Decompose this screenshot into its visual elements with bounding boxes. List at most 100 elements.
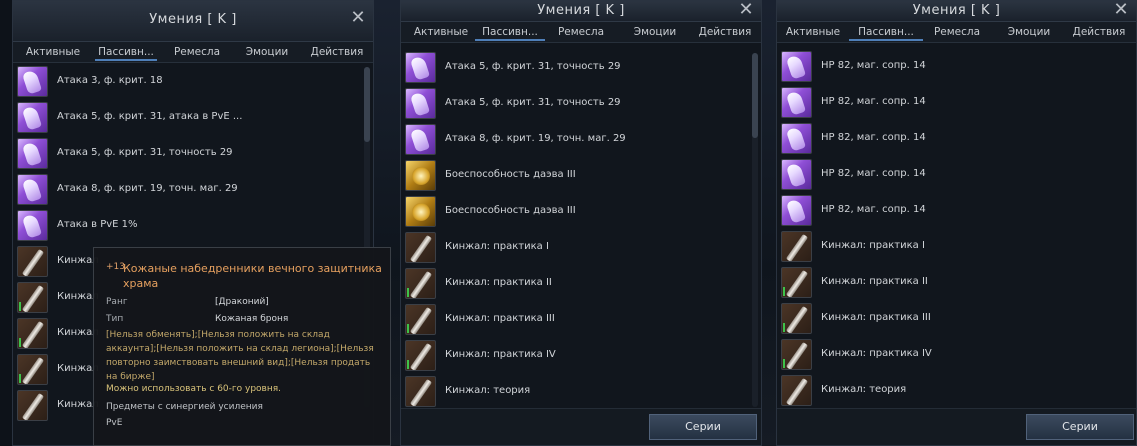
level-pip-icon	[407, 360, 409, 369]
list-item[interactable]: HP 82, маг. сопр. 14	[780, 49, 1124, 85]
skill-label: HP 82, маг. сопр. 14	[821, 60, 926, 71]
list-item[interactable]: Кинжал: практика I	[780, 229, 1124, 265]
daeva-power-icon	[405, 196, 436, 227]
list-item[interactable]: Атака 5, ф. крит. 31, точность 29	[404, 86, 749, 122]
series-button[interactable]: Серии	[649, 414, 757, 440]
skill-label: Атака в PvE 1%	[57, 219, 138, 230]
tab-actions[interactable]: Действия	[693, 24, 757, 42]
dagger-icon	[17, 354, 48, 385]
tab-active-skills[interactable]: Активные	[783, 24, 843, 42]
window-titlebar[interactable]: Умения [ K ] ✕	[777, 1, 1136, 22]
list-item[interactable]: Атака 8, ф. крит. 19, точн. маг. 29	[16, 172, 361, 208]
skill-list: HP 82, маг. сопр. 14 HP 82, маг. сопр. 1…	[780, 49, 1124, 409]
tab-emotes[interactable]: Эмоции	[623, 24, 687, 42]
item-tooltip: +13 Кожаные набедренники вечного защитни…	[93, 247, 391, 446]
list-item[interactable]: Атака 5, ф. крит. 31, точность 29	[404, 50, 749, 86]
tab-actions[interactable]: Действия	[1067, 24, 1131, 42]
window-titlebar[interactable]: Умения [ K ] ✕	[13, 1, 373, 42]
skill-label: Кинжал: практика II	[821, 276, 928, 287]
tab-passive-skills[interactable]: Пассивн...	[95, 44, 157, 62]
series-button[interactable]: Серии	[1026, 414, 1134, 440]
level-pip-icon	[407, 324, 409, 333]
list-item[interactable]: HP 82, маг. сопр. 14	[780, 193, 1124, 229]
skills-window-3: Умения [ K ] ✕ Активные Пассивн... Ремес…	[776, 0, 1137, 446]
window-footer: Серии	[777, 408, 1136, 445]
list-item[interactable]: Кинжал: практика IV	[780, 337, 1124, 373]
dagger-icon	[781, 375, 812, 406]
list-item[interactable]: HP 82, маг. сопр. 14	[780, 157, 1124, 193]
level-pip-icon	[19, 374, 21, 383]
skill-list: Атака 5, ф. крит. 31, точность 29 Атака …	[404, 50, 749, 410]
tab-emotes[interactable]: Эмоции	[997, 24, 1061, 42]
tab-passive-skills[interactable]: Пассивн...	[475, 24, 545, 42]
scrollbar-thumb[interactable]	[364, 67, 370, 142]
skill-label: Атака 5, ф. крит. 31, точность 29	[57, 147, 233, 158]
list-item[interactable]: Кинжал: практика III	[404, 302, 749, 338]
stigma-purple-icon	[405, 52, 436, 83]
close-icon[interactable]: ✕	[1113, 1, 1129, 19]
tab-crafting[interactable]: Ремесла	[551, 24, 611, 42]
list-item[interactable]: Кинжал: практика IV	[404, 338, 749, 374]
tab-passive-skills[interactable]: Пассивн...	[849, 24, 923, 42]
list-item[interactable]: Кинжал: практика II	[404, 266, 749, 302]
skill-label: Атака 8, ф. крит. 19, точн. маг. 29	[445, 133, 626, 144]
skill-label: Кинжал: практика II	[445, 277, 552, 288]
stigma-purple-icon	[405, 88, 436, 119]
list-item[interactable]: Атака 8, ф. крит. 19, точн. маг. 29	[404, 122, 749, 158]
scrollbar[interactable]	[752, 53, 758, 407]
skill-label: HP 82, маг. сопр. 14	[821, 204, 926, 215]
window-title: Умения [ K ]	[149, 12, 237, 27]
skill-label: Кинжал: теория	[445, 385, 531, 396]
list-item[interactable]: Боеспособность даэва III	[404, 158, 749, 194]
skill-label: Атака 8, ф. крит. 19, точн. маг. 29	[57, 183, 238, 194]
list-item[interactable]: Атака в PvE 1%	[16, 208, 361, 244]
list-item[interactable]: Кинжал: практика II	[780, 265, 1124, 301]
tab-crafting[interactable]: Ремесла	[927, 24, 987, 42]
stigma-purple-icon	[781, 51, 812, 82]
restrictions-text: [Нельзя обменять];[Нельзя положить на ск…	[106, 330, 374, 382]
window-title: Умения [ K ]	[537, 3, 625, 18]
skill-label: Кинжал: практика I	[445, 241, 549, 252]
skill-label: Атака 5, ф. крит. 31, точность 29	[445, 97, 621, 108]
window-footer: Серии	[401, 408, 761, 445]
tab-emotes[interactable]: Эмоции	[235, 44, 299, 62]
window-titlebar[interactable]: Умения [ K ] ✕	[401, 1, 761, 22]
stigma-purple-icon	[17, 174, 48, 205]
stigma-purple-icon	[17, 66, 48, 97]
stigma-purple-icon	[781, 159, 812, 190]
list-item[interactable]: Боеспособность даэва III	[404, 194, 749, 230]
dagger-icon	[405, 304, 436, 335]
skill-label: Кинжал: теория	[821, 384, 907, 395]
item-name: Кожаные набедренники вечного защитника х…	[123, 262, 382, 290]
list-item[interactable]: HP 82, маг. сопр. 14	[780, 85, 1124, 121]
list-item[interactable]: Кинжал: теория	[404, 374, 749, 410]
skill-label: Боеспособность даэва III	[445, 169, 576, 180]
close-icon[interactable]: ✕	[738, 1, 754, 19]
list-item[interactable]: Кинжал: теория	[780, 373, 1124, 409]
dagger-icon	[781, 339, 812, 370]
stigma-purple-icon	[781, 123, 812, 154]
level-pip-icon	[783, 323, 785, 332]
dagger-icon	[405, 232, 436, 263]
list-item[interactable]: Атака 5, ф. крит. 31, точность 29	[16, 136, 361, 172]
tab-bar: Активные Пассивн... Ремесла Эмоции Дейст…	[401, 22, 761, 43]
skill-label: Кинжал: практика III	[821, 312, 931, 323]
list-item[interactable]: HP 82, маг. сопр. 14	[780, 121, 1124, 157]
tab-active-skills[interactable]: Активные	[411, 24, 471, 42]
stigma-purple-icon	[17, 102, 48, 133]
list-item[interactable]: Атака 3, ф. крит. 18	[16, 64, 361, 100]
tab-actions[interactable]: Действия	[305, 44, 369, 62]
tab-active-skills[interactable]: Активные	[23, 44, 83, 62]
skill-label: Кинжал: практика I	[821, 240, 925, 251]
dagger-icon	[405, 376, 436, 407]
close-icon[interactable]: ✕	[350, 9, 366, 27]
level-pip-icon	[19, 302, 21, 311]
list-item[interactable]: Атака 5, ф. крит. 31, атака в PvE ...	[16, 100, 361, 136]
dagger-icon	[405, 268, 436, 299]
list-item[interactable]: Кинжал: практика III	[780, 301, 1124, 337]
tab-crafting[interactable]: Ремесла	[167, 44, 227, 62]
scrollbar-thumb[interactable]	[752, 53, 758, 138]
level-pip-icon	[407, 288, 409, 297]
level-pip-icon	[783, 359, 785, 368]
list-item[interactable]: Кинжал: практика I	[404, 230, 749, 266]
